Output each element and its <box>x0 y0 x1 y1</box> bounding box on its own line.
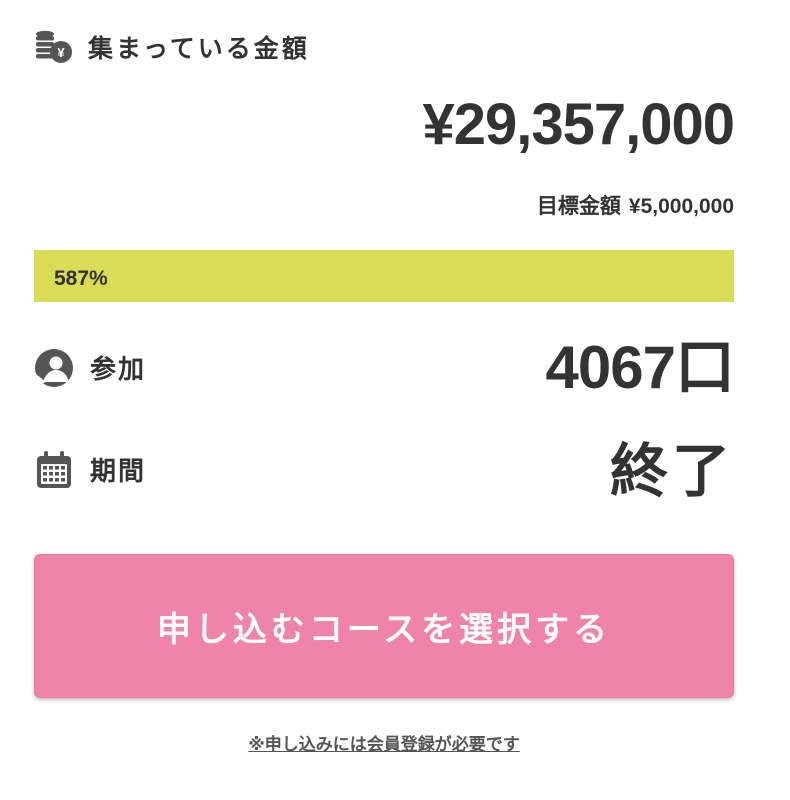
period-status: 終了 <box>609 439 734 504</box>
participants-label: 参加 <box>90 355 147 385</box>
person-icon <box>35 349 73 387</box>
collected-label: 集まっている金額 <box>88 34 310 63</box>
svg-text:¥: ¥ <box>57 45 65 60</box>
progress-bar-fill <box>34 250 734 302</box>
coins-yen-icon: ¥ <box>36 30 72 63</box>
goal-amount: ¥5,000,000 <box>628 195 734 218</box>
collected-amount: ¥29,357,000 <box>422 92 735 157</box>
progress-bar: 587% <box>34 250 734 302</box>
goal-amount-line: 目標金額 ¥5,000,000 <box>537 190 734 223</box>
select-course-button-label: 申し込むコースを選択する <box>156 609 612 650</box>
registration-required-link[interactable]: ※申し込みには会員登録が必要です <box>248 735 520 755</box>
collected-header: ¥ 集まっている金額 <box>34 26 310 68</box>
participants-row: 参加 4067口 <box>34 330 735 410</box>
period-row: 期間 終了 <box>34 432 734 512</box>
goal-label: 目標金額 <box>536 194 621 218</box>
participants-count: 4067口 <box>545 334 735 401</box>
progress-percent: 587% <box>54 267 108 290</box>
funding-status-panel: ¥ 集まっている金額 ¥29,357,000 目標金額 ¥5,000,000 58… <box>34 0 735 800</box>
registration-note: ※申し込みには会員登録が必要です <box>34 730 734 755</box>
select-course-button[interactable]: 申し込むコースを選択する <box>34 554 734 698</box>
period-label: 期間 <box>90 457 147 487</box>
calendar-icon <box>37 451 71 488</box>
